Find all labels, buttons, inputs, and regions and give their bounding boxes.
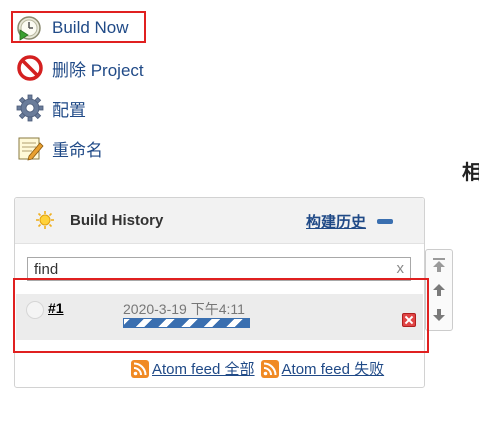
jenkins-job-page: Build Now 删除 Project 配置 重命名 相 Build Hist… [0,0,479,434]
notepad-pencil-icon [16,134,44,162]
build-row-highlight-box [13,278,429,353]
page-first-icon[interactable] [432,257,446,273]
feed-all: Atom feed 全部 [131,358,255,379]
delete-project-task[interactable]: 删除 Project [16,53,144,83]
page-down-icon[interactable] [432,307,446,323]
build-trend-link[interactable]: 构建历史 [306,211,366,232]
build-history-header: Build History 构建历史 [15,198,424,244]
gear-icon [16,94,44,122]
configure-task[interactable]: 配置 [16,93,86,123]
feed-failed: Atom feed 失败 [260,358,385,379]
rename-task[interactable]: 重命名 [16,133,103,163]
clear-search-icon[interactable]: x [397,260,405,277]
atom-feed-failed-link[interactable]: Atom feed 失败 [282,358,385,379]
page-up-icon[interactable] [432,282,446,298]
atom-feeds: Atom feed 全部 Atom feed 失败 [131,358,384,379]
delete-project-link[interactable]: 删除 Project [52,56,144,81]
main-heading-fragment: 相 [462,162,479,184]
build-search-input[interactable] [34,260,384,278]
rss-feed-icon [260,359,279,378]
sun-weather-icon [35,210,55,230]
build-now-highlight-box [11,11,146,43]
configure-link[interactable]: 配置 [52,96,86,121]
atom-feed-all-link[interactable]: Atom feed 全部 [152,358,255,379]
rss-feed-icon [131,359,149,378]
no-entry-icon [16,54,44,82]
collapse-minus-icon[interactable] [377,219,393,224]
build-history-pager [425,249,453,331]
rename-link[interactable]: 重命名 [52,136,103,161]
build-history-title: Build History [70,212,164,229]
